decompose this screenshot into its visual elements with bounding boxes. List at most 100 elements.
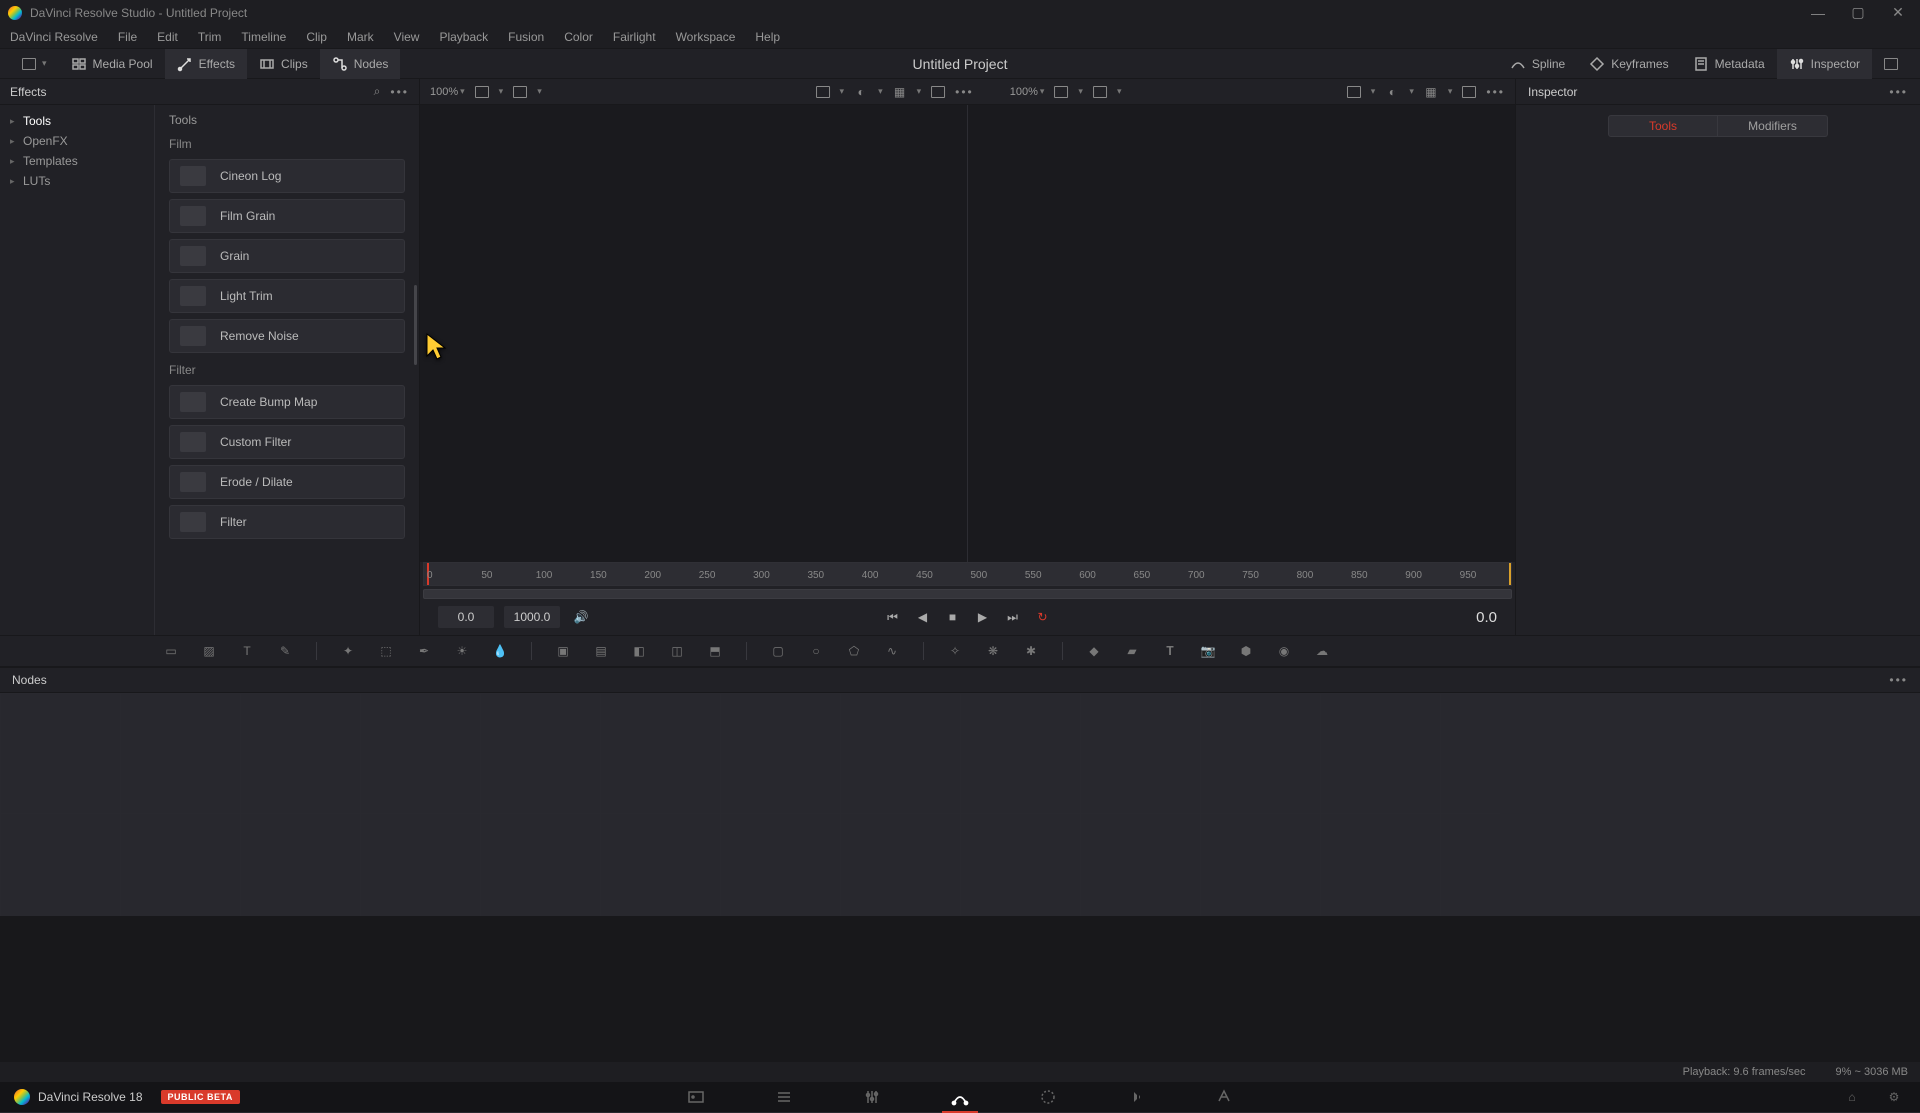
matte-tool-icon[interactable]: ◧: [628, 640, 650, 662]
effect-item[interactable]: Remove Noise: [169, 319, 405, 353]
background-tool-icon[interactable]: ▭: [160, 640, 182, 662]
particle-render-icon[interactable]: ❋: [982, 640, 1004, 662]
clips-button[interactable]: Clips: [247, 49, 320, 79]
image3d-icon[interactable]: ▰: [1121, 640, 1143, 662]
menu-item[interactable]: Edit: [147, 30, 188, 44]
end-timecode[interactable]: 1000.0: [504, 606, 560, 628]
viewer-left[interactable]: [420, 105, 968, 562]
inspector-button[interactable]: Inspector: [1777, 49, 1872, 79]
brightness-tool-icon[interactable]: ☀: [451, 640, 473, 662]
spline-button[interactable]: Spline: [1498, 49, 1577, 79]
effects-list[interactable]: Tools Film Cineon Log Film Grain Grain L…: [155, 105, 419, 635]
pen-tool-icon[interactable]: ✒: [413, 640, 435, 662]
menu-item[interactable]: File: [108, 30, 147, 44]
light3d-icon[interactable]: ◉: [1273, 640, 1295, 662]
fastnoise-tool-icon[interactable]: ▨: [198, 640, 220, 662]
effect-item[interactable]: Grain: [169, 239, 405, 273]
maximize-button[interactable]: ▢: [1844, 3, 1872, 23]
effect-item[interactable]: Film Grain: [169, 199, 405, 233]
merge3d-icon[interactable]: ⬢: [1235, 640, 1257, 662]
inspector-options-button[interactable]: •••: [1889, 85, 1908, 99]
page-color[interactable]: [1036, 1085, 1060, 1109]
effect-item[interactable]: Create Bump Map: [169, 385, 405, 419]
menu-item[interactable]: Timeline: [231, 30, 296, 44]
effect-item[interactable]: Light Trim: [169, 279, 405, 313]
range-end-marker[interactable]: [1509, 563, 1511, 585]
settings-button[interactable]: ⚙: [1882, 1085, 1906, 1109]
effect-item[interactable]: Erode / Dilate: [169, 465, 405, 499]
render3d-icon[interactable]: ☁: [1311, 640, 1333, 662]
viewer-fit-icon[interactable]: [473, 83, 491, 101]
menu-item[interactable]: Help: [745, 30, 790, 44]
viewer-zoom-left[interactable]: 100%▾: [430, 86, 465, 98]
media-pool-button[interactable]: Media Pool: [59, 49, 165, 79]
start-timecode[interactable]: 0.0: [438, 606, 494, 628]
menu-item[interactable]: DaVinci Resolve: [6, 30, 108, 44]
viewer-split-icon[interactable]: [511, 83, 529, 101]
text3d-icon[interactable]: 𝐓: [1159, 640, 1181, 662]
paint-tool-icon[interactable]: ✎: [274, 640, 296, 662]
page-deliver[interactable]: [1212, 1085, 1236, 1109]
metadata-button[interactable]: Metadata: [1681, 49, 1777, 79]
channel-tool-icon[interactable]: ▤: [590, 640, 612, 662]
effect-item[interactable]: Custom Filter: [169, 425, 405, 459]
text-tool-icon[interactable]: T: [236, 640, 258, 662]
menu-item[interactable]: Fusion: [498, 30, 554, 44]
viewer-options-right[interactable]: •••: [1486, 85, 1505, 99]
effect-item[interactable]: Cineon Log: [169, 159, 405, 193]
ellipse-mask-icon[interactable]: ○: [805, 640, 827, 662]
effects-button[interactable]: Effects: [165, 49, 247, 79]
stop-button[interactable]: ■: [942, 606, 964, 628]
particle-emitter-icon[interactable]: ✧: [944, 640, 966, 662]
viewer-zoom-right[interactable]: 100%▾: [1010, 86, 1045, 98]
nodes-options-button[interactable]: •••: [1889, 673, 1908, 687]
menu-item[interactable]: Mark: [337, 30, 384, 44]
blur-tool-icon[interactable]: 💧: [489, 640, 511, 662]
step-back-button[interactable]: ◀: [912, 606, 934, 628]
page-fusion[interactable]: [948, 1085, 972, 1109]
planar-tool-icon[interactable]: ⬚: [375, 640, 397, 662]
polygon-mask-icon[interactable]: ⬠: [843, 640, 865, 662]
panel-toggle-button[interactable]: ▾: [10, 49, 59, 79]
menu-item[interactable]: Color: [554, 30, 603, 44]
viewer-color-icon[interactable]: ◐: [1383, 83, 1401, 101]
merge-tool-icon[interactable]: ▣: [552, 640, 574, 662]
panel-toggle-right-button[interactable]: [1872, 49, 1910, 79]
menu-item[interactable]: Clip: [296, 30, 337, 44]
effects-tree-openfx[interactable]: ▸OpenFX: [0, 131, 154, 151]
scrollbar[interactable]: [414, 285, 417, 365]
keyframes-button[interactable]: Keyframes: [1577, 49, 1680, 79]
menu-item[interactable]: View: [384, 30, 430, 44]
menu-item[interactable]: Workspace: [666, 30, 746, 44]
effects-tree-templates[interactable]: ▸Templates: [0, 151, 154, 171]
minimize-button[interactable]: —: [1804, 3, 1832, 23]
transform-tool-icon[interactable]: ◫: [666, 640, 688, 662]
shape3d-icon[interactable]: ◆: [1083, 640, 1105, 662]
viewer-right[interactable]: [968, 105, 1515, 562]
page-cut[interactable]: [772, 1085, 796, 1109]
camera3d-icon[interactable]: 📷: [1197, 640, 1219, 662]
effects-tree-tools[interactable]: ▸Tools: [0, 111, 154, 131]
go-start-button[interactable]: ⏮: [882, 606, 904, 628]
search-icon[interactable]: ⌕: [374, 84, 381, 99]
viewer-grid-icon[interactable]: ▦: [891, 83, 909, 101]
scrub-bar[interactable]: [423, 589, 1512, 599]
nodes-graph[interactable]: [0, 693, 1920, 917]
menu-item[interactable]: Trim: [188, 30, 232, 44]
rectangle-mask-icon[interactable]: ▢: [767, 640, 789, 662]
viewer-guide-icon[interactable]: [929, 83, 947, 101]
effects-tree-luts[interactable]: ▸LUTs: [0, 171, 154, 191]
inspector-tab-tools[interactable]: Tools: [1608, 115, 1718, 137]
loop-button[interactable]: ↻: [1032, 606, 1054, 628]
page-fairlight[interactable]: [1124, 1085, 1148, 1109]
menu-item[interactable]: Fairlight: [603, 30, 666, 44]
page-edit[interactable]: [860, 1085, 884, 1109]
audio-icon[interactable]: 🔊: [570, 606, 592, 628]
resize-tool-icon[interactable]: ⬒: [704, 640, 726, 662]
effects-options-button[interactable]: •••: [390, 85, 409, 99]
play-button[interactable]: ▶: [972, 606, 994, 628]
viewer-fit-icon[interactable]: [1052, 83, 1070, 101]
tracker-tool-icon[interactable]: ✦: [337, 640, 359, 662]
inspector-tab-modifiers[interactable]: Modifiers: [1718, 115, 1828, 137]
page-media[interactable]: [684, 1085, 708, 1109]
